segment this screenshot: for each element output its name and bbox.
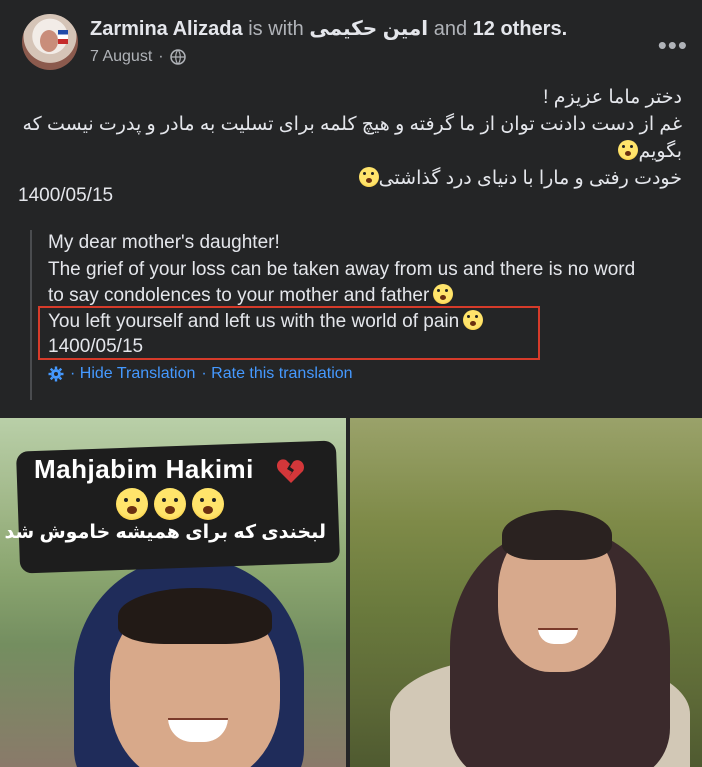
hair-shape [118,588,272,644]
avatar-face [40,30,58,52]
globe-icon[interactable] [169,49,186,65]
hide-translation-link[interactable]: · Hide Translation [70,365,195,383]
fearful-emoji-icon [154,488,186,520]
sticker-subtitle: لبخندی که برای همیشه خاموش شد [4,522,326,543]
translation-line-1: My dear mother's daughter! [48,232,280,253]
and-text: and [433,18,468,40]
broken-heart-icon [276,459,304,483]
fearful-emoji-icon [192,488,224,520]
post-line-4-text: خودت رفتی و مارا با دنیای درد گذاشتی [378,168,682,189]
post-date-text: 1400/05/15 [18,185,114,206]
sticker-emojis [116,488,224,520]
post-line-3-text: بگویم [638,141,682,162]
with-text: is with [248,18,304,40]
rate-translation-link[interactable]: · Rate this translation [201,365,352,383]
post-headline: Zarmina Alizada is with امین حکیمی and 1… [90,16,567,42]
crying-emoji-icon [358,167,379,187]
post-body: دختر ماما عزیزم ! غم از دست دادنت توان ا… [18,84,683,192]
photo-right[interactable] [350,418,702,767]
fearful-emoji-icon [116,488,148,520]
post-header: Zarmina Alizada is with امین حکیمی and 1… [22,14,687,74]
author-name[interactable]: Zarmina Alizada [90,18,243,40]
translation-actions: · Hide Translation · Rate this translati… [48,365,353,383]
tagged-person[interactable]: امین حکیمی [309,18,428,40]
tagged-others[interactable]: 12 others. [473,18,567,40]
translation-line-2: The grief of your loss can be taken away… [48,259,636,280]
post-line-3: بگویم [18,138,682,165]
crying-emoji-icon [433,284,454,304]
translation-line-3-text: to say condolences to your mother and fa… [48,285,430,306]
translation-line-3: to say condolences to your mother and fa… [48,283,454,308]
post-line-2: غم از دست دادنت توان از ما گرفته و هیچ ک… [22,114,683,135]
translation-block: My dear mother's daughter! The grief of … [30,230,684,400]
post-line-1: دختر ماما عزیزم ! [543,87,682,108]
post-meta: 7 August · [90,47,186,67]
sticker-title: Mahjabim Hakimi [34,454,254,484]
hair-shape [502,510,612,560]
gear-icon[interactable] [48,366,64,382]
post-date[interactable]: 7 August [90,47,152,67]
post-line-4: خودت رفتی و مارا با دنیای درد گذاشتی [18,165,682,192]
photo-grid: Mahjabim Hakimi لبخندی که برای همیشه خام… [0,418,702,767]
photo-left[interactable]: Mahjabim Hakimi لبخندی که برای همیشه خام… [0,418,346,767]
meta-separator: · [158,48,164,65]
more-options-icon[interactable]: ••• [658,30,688,61]
crying-emoji-icon [618,140,639,160]
flag-icon [58,30,68,44]
highlight-box [38,306,540,360]
author-avatar[interactable] [22,14,78,70]
